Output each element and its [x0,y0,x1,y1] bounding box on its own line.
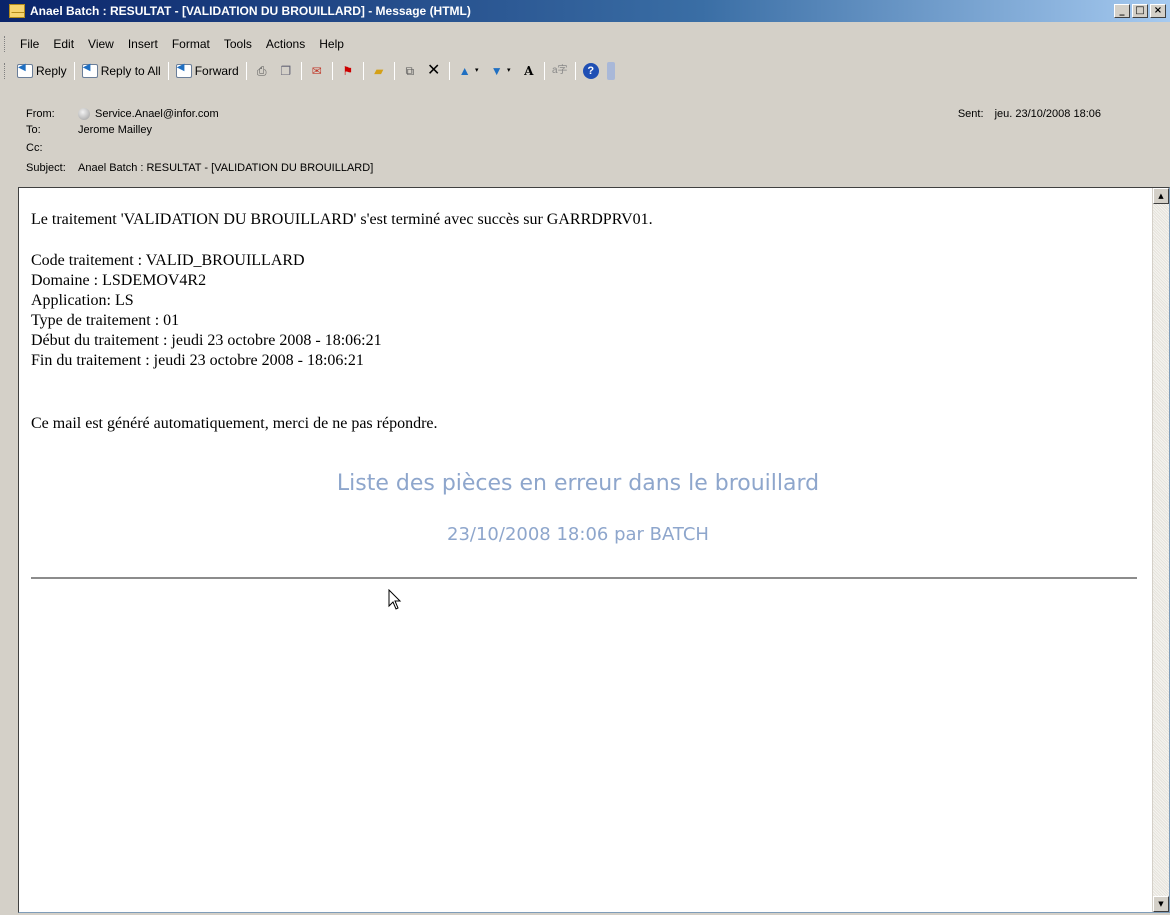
translate-icon: a字 [551,65,568,76]
detail-code: Code traitement : VALID_BROUILLARD [31,252,305,269]
move-icon: ▰ [374,64,384,78]
flag-button[interactable]: ⚑ [336,60,360,82]
detail-application: Application: LS [31,292,134,309]
from-row: From: Service.Anael@infor.com [26,108,219,120]
detail-type: Type de traitement : 01 [31,312,180,329]
sent-row: Sent: jeu. 23/10/2008 18:06 [958,108,1101,120]
reply-label: Reply [36,64,67,78]
toolbar-separator [300,62,302,80]
toolbar-options-button[interactable] [606,62,615,80]
close-button[interactable]: × [1150,4,1166,18]
to-label: To: [26,124,41,136]
delete-button[interactable]: ✕ [422,60,446,82]
reply-button[interactable]: Reply [13,60,71,82]
toolbar-separator [331,62,333,80]
subject-label: Subject: [26,162,66,174]
body-text: Le traitement 'VALIDATION DU BROUILLARD'… [31,210,1139,434]
standard-toolbar: Reply Reply to All Forward ⎙ ❐ ✉ ⚑ ▰ ⧉ ✕… [0,58,1170,84]
subject-value: Anael Batch : RESULTAT - [VALIDATION DU … [78,162,374,174]
menu-file[interactable]: File [13,37,46,51]
forward-label: Forward [194,64,239,78]
toolbar-separator [362,62,364,80]
title-bar[interactable]: Anael Batch : RESULTAT - [VALIDATION DU … [0,0,1170,22]
toolbar-separator [574,62,576,80]
mouse-cursor-icon [388,589,402,610]
reply-all-button[interactable]: Reply to All [78,60,165,82]
copy-icon: ❐ [280,64,292,78]
forward-icon [175,62,192,78]
menu-insert[interactable]: Insert [121,37,165,51]
previous-icon: ▲ [458,64,471,78]
menu-format[interactable]: Format [165,37,217,51]
dropdown-arrow-icon: ▾ [474,67,479,74]
next-button[interactable]: ▼ ▾ [485,60,517,82]
toolbar-separator [167,62,169,80]
cc-label: Cc: [26,142,43,154]
previous-button[interactable]: ▲ ▾ [453,60,485,82]
to-row: To: Jerome Mailley [26,124,152,136]
font-size-icon: A [524,64,534,78]
toolbar-separator [448,62,450,80]
divider [31,577,1137,579]
message-body[interactable]: Le traitement 'VALIDATION DU BROUILLARD'… [18,187,1170,913]
forward-button[interactable]: Forward [172,60,243,82]
auto-notice: Ce mail est généré automatiquement, merc… [31,415,438,432]
window-title: Anael Batch : RESULTAT - [VALIDATION DU … [30,4,471,18]
from-label: From: [26,108,55,120]
print-icon: ⎙ [256,64,267,78]
detail-start: Début du traitement : jeudi 23 octobre 2… [31,332,382,349]
reply-icon [17,62,33,78]
presence-icon[interactable] [78,108,90,120]
copy-button[interactable]: ❐ [274,60,298,82]
scroll-up-button[interactable]: ▲ [1153,188,1169,204]
reply-all-label: Reply to All [100,64,161,78]
tasks-icon: ⧉ [405,64,415,78]
detail-domain: Domaine : LSDEMOV4R2 [31,272,207,289]
window-controls: _ □ × [1114,4,1166,18]
message-header: From: Service.Anael@infor.com To: Jerome… [18,96,1163,186]
report-subtitle: 23/10/2008 18:06 par BATCH [447,524,709,545]
report-title: Liste des pièces en erreur dans le broui… [336,471,820,496]
print-button[interactable]: ⎙ [250,60,274,82]
menu-grip[interactable] [4,36,7,52]
dropdown-arrow-icon: ▾ [506,67,511,74]
delete-flag-button[interactable]: ✉ [305,60,329,82]
menu-actions[interactable]: Actions [259,37,312,51]
menu-bar: File Edit View Insert Format Tools Actio… [0,33,1170,55]
move-button[interactable]: ▰ [367,60,391,82]
toolbar-separator [393,62,395,80]
maximize-button[interactable]: □ [1132,4,1148,18]
envelope-icon [9,4,25,18]
detail-end: Fin du traitement : jeudi 23 octobre 200… [31,352,364,369]
scroll-down-button[interactable]: ▼ [1153,896,1169,912]
font-size-button[interactable]: A [517,60,541,82]
flag-icon: ⚑ [342,64,354,78]
delete-icon: ✕ [427,62,441,79]
translate-button[interactable]: a字 [548,60,572,82]
help-icon: ? [582,63,599,79]
reply-all-icon [81,62,98,78]
to-value[interactable]: Jerome Mailley [78,124,152,136]
sent-value: jeu. 23/10/2008 18:06 [994,108,1101,120]
menu-view[interactable]: View [81,37,121,51]
menu-tools[interactable]: Tools [217,37,259,51]
toolbar-separator [543,62,545,80]
vertical-scrollbar[interactable]: ▲ ▼ [1152,188,1169,912]
toolbar-grip[interactable] [4,63,7,79]
menu-help[interactable]: Help [312,37,351,51]
cc-row: Cc: [26,142,78,154]
next-icon: ▼ [490,64,503,78]
minimize-button[interactable]: _ [1114,4,1130,18]
help-button[interactable]: ? [579,60,603,82]
intro-line: Le traitement 'VALIDATION DU BROUILLARD'… [31,211,653,228]
toolbar-separator [245,62,247,80]
subject-row: Subject: Anael Batch : RESULTAT - [VALID… [26,162,373,174]
from-value[interactable]: Service.Anael@infor.com [95,108,219,120]
toolbar-separator [73,62,75,80]
delete-flag-icon: ✉ [311,64,322,78]
menu-edit[interactable]: Edit [46,37,81,51]
tasks-button[interactable]: ⧉ [398,60,422,82]
sent-label: Sent: [957,108,984,120]
